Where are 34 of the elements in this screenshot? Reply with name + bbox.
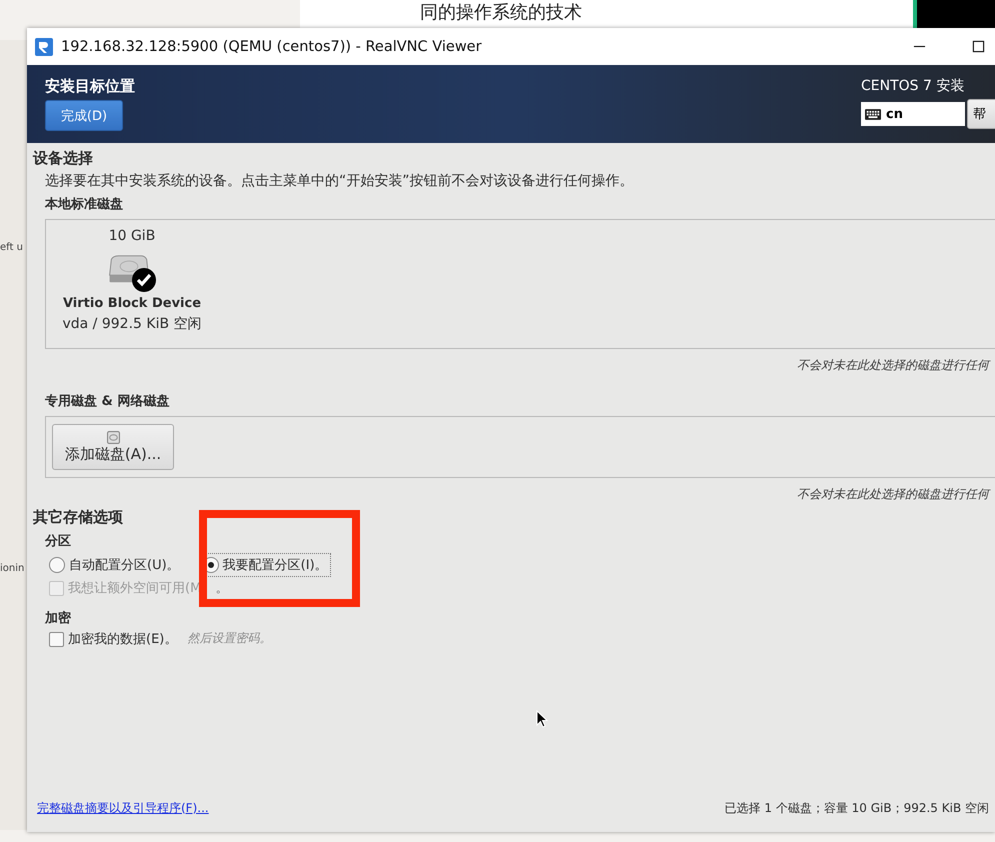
- help-button[interactable]: 帮: [967, 99, 995, 129]
- checkbox-option[interactable]: 加密我的数据(E)。: [47, 628, 180, 650]
- background-text: eft u: [0, 242, 23, 253]
- app-icon: [35, 38, 53, 56]
- add-disk-button[interactable]: 添加磁盘(A)...: [52, 424, 174, 470]
- note-text: 不会对未在此处选择的磁盘进行任何: [797, 486, 992, 503]
- maximize-icon[interactable]: [972, 40, 985, 53]
- group-label: 加密: [45, 610, 72, 627]
- description-text: 选择要在其中安装系统的设备。点击主菜单中的“开始安装”按钮前不会对该设备进行任何操作。: [45, 172, 635, 190]
- product-title: CENTOS 7 安装: [861, 77, 964, 95]
- document-text: 同的操作系统的技术: [420, 4, 582, 22]
- section-heading: 设备选择: [33, 149, 94, 168]
- page-title: 安装目标位置: [45, 77, 135, 96]
- hint-text: 然后设置密码。: [187, 630, 272, 647]
- keyboard-icon: [865, 108, 881, 120]
- radio-option[interactable]: 我要配置分区(I)。: [200, 554, 330, 576]
- group-label: 本地标准磁盘: [45, 196, 124, 213]
- background-text: ionin: [0, 563, 24, 574]
- keyboard-field[interactable]: cn: [861, 102, 965, 126]
- disk-item[interactable]: 10 GiB Virtio Block Device vda / 992.5 KiB 空闲: [46, 220, 218, 348]
- radio-button[interactable]: [49, 557, 65, 573]
- disk-icon: [106, 430, 120, 444]
- group-label: 专用磁盘 & 网络磁盘: [45, 393, 170, 410]
- status-text: 已选择 1 个磁盘；容量 10 GiB；992.5 KiB 空闲: [724, 800, 989, 816]
- checkbox[interactable]: [49, 632, 64, 646]
- note-text: 不会对未在此处选择的磁盘进行任何: [797, 357, 992, 374]
- disk-summary-link[interactable]: 完整磁盘摘要以及引导程序(F)...: [37, 800, 209, 816]
- radio-option[interactable]: 自动配置分区(U)。: [47, 554, 182, 576]
- cursor-icon: [536, 710, 548, 728]
- section-heading: 其它存储选项: [33, 508, 124, 527]
- window-title: 192.168.32.128:5900 (QEMU (centos7)) - RealVNC Viewer: [61, 38, 482, 54]
- done-button[interactable]: 完成(D): [45, 100, 123, 131]
- group-label: 分区: [45, 533, 72, 550]
- option-label: 。: [215, 580, 228, 597]
